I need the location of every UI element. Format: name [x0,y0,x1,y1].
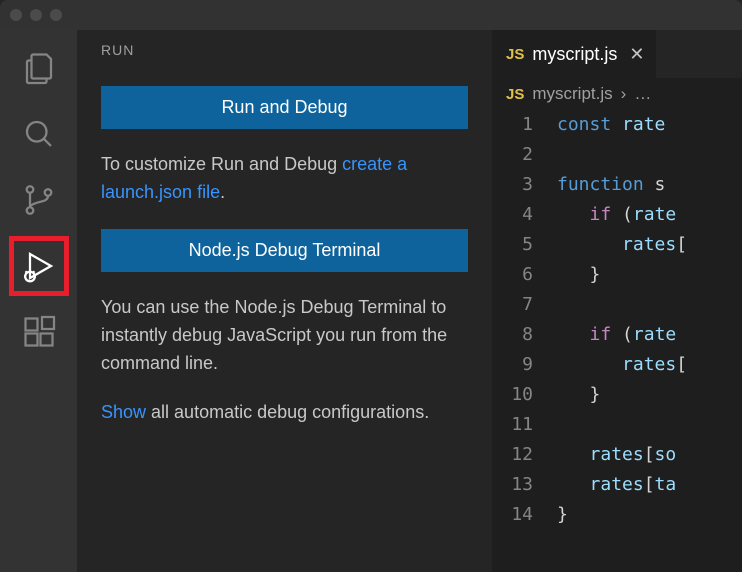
code-line[interactable] [557,410,742,440]
close-window-button[interactable] [10,9,22,21]
breadcrumb[interactable]: JS myscript.js › … [492,78,742,110]
line-number: 13 [492,470,533,500]
node-debug-terminal-button[interactable]: Node.js Debug Terminal [101,229,468,272]
chevron-right-icon: › [621,84,627,104]
line-number: 2 [492,140,533,170]
code-line[interactable]: if (rate [557,200,742,230]
editor-tab[interactable]: JS myscript.js ✕ [492,30,656,78]
show-text-suffix: all automatic debug configurations. [146,402,429,422]
activity-extensions[interactable] [9,302,69,362]
code-line[interactable]: } [557,260,742,290]
window-controls [10,9,62,21]
code-line[interactable] [557,290,742,320]
activity-run-debug[interactable] [9,236,69,296]
show-link[interactable]: Show [101,402,146,422]
code-line[interactable]: if (rate [557,320,742,350]
activity-explorer[interactable] [9,38,69,98]
editor-tabbar: JS myscript.js ✕ [492,30,742,78]
line-number: 6 [492,260,533,290]
line-number: 1 [492,110,533,140]
run-and-debug-button[interactable]: Run and Debug [101,86,468,129]
code-line[interactable]: rates[ [557,230,742,260]
activity-search[interactable] [9,104,69,164]
line-number-gutter: 1234567891011121314 [492,110,557,572]
code-line[interactable] [557,140,742,170]
minimize-window-button[interactable] [30,9,42,21]
customize-text-prefix: To customize Run and Debug [101,154,342,174]
line-number: 3 [492,170,533,200]
node-info-text: You can use the Node.js Debug Terminal t… [101,294,468,378]
line-number: 12 [492,440,533,470]
branch-icon [21,182,57,218]
code-line[interactable]: rates[ [557,350,742,380]
activity-bar [0,30,77,572]
tab-filename: myscript.js [532,44,617,65]
run-sidebar: RUN Run and Debug To customize Run and D… [77,30,492,572]
main-layout: RUN Run and Debug To customize Run and D… [0,30,742,572]
activity-source-control[interactable] [9,170,69,230]
js-file-icon: JS [506,46,524,63]
code-line[interactable]: const rate [557,110,742,140]
line-number: 10 [492,380,533,410]
line-number: 5 [492,230,533,260]
close-tab-icon[interactable]: ✕ [629,44,644,65]
code-line[interactable]: function s [557,170,742,200]
js-file-icon: JS [506,86,524,103]
code-line[interactable]: } [557,380,742,410]
breadcrumb-filename: myscript.js [532,84,612,104]
code-line[interactable]: rates[ta [557,470,742,500]
files-icon [21,50,57,86]
line-number: 14 [492,500,533,530]
run-debug-icon [21,248,57,284]
zoom-window-button[interactable] [50,9,62,21]
code-line[interactable]: rates[so [557,440,742,470]
line-number: 11 [492,410,533,440]
titlebar [0,0,742,30]
show-configs-text: Show all automatic debug configurations. [101,399,468,427]
line-number: 9 [492,350,533,380]
breadcrumb-tail: … [634,84,651,104]
line-number: 8 [492,320,533,350]
sidebar-title: RUN [101,42,468,58]
code-line[interactable]: } [557,500,742,530]
customize-text: To customize Run and Debug create a laun… [101,151,468,207]
search-icon [21,116,57,152]
extensions-icon [21,314,57,350]
editor-group: JS myscript.js ✕ JS myscript.js › … 1234… [492,30,742,572]
code-editor[interactable]: 1234567891011121314 const rate function … [492,110,742,572]
line-number: 7 [492,290,533,320]
code-content[interactable]: const rate function s if (rate rates[ } … [557,110,742,572]
line-number: 4 [492,200,533,230]
